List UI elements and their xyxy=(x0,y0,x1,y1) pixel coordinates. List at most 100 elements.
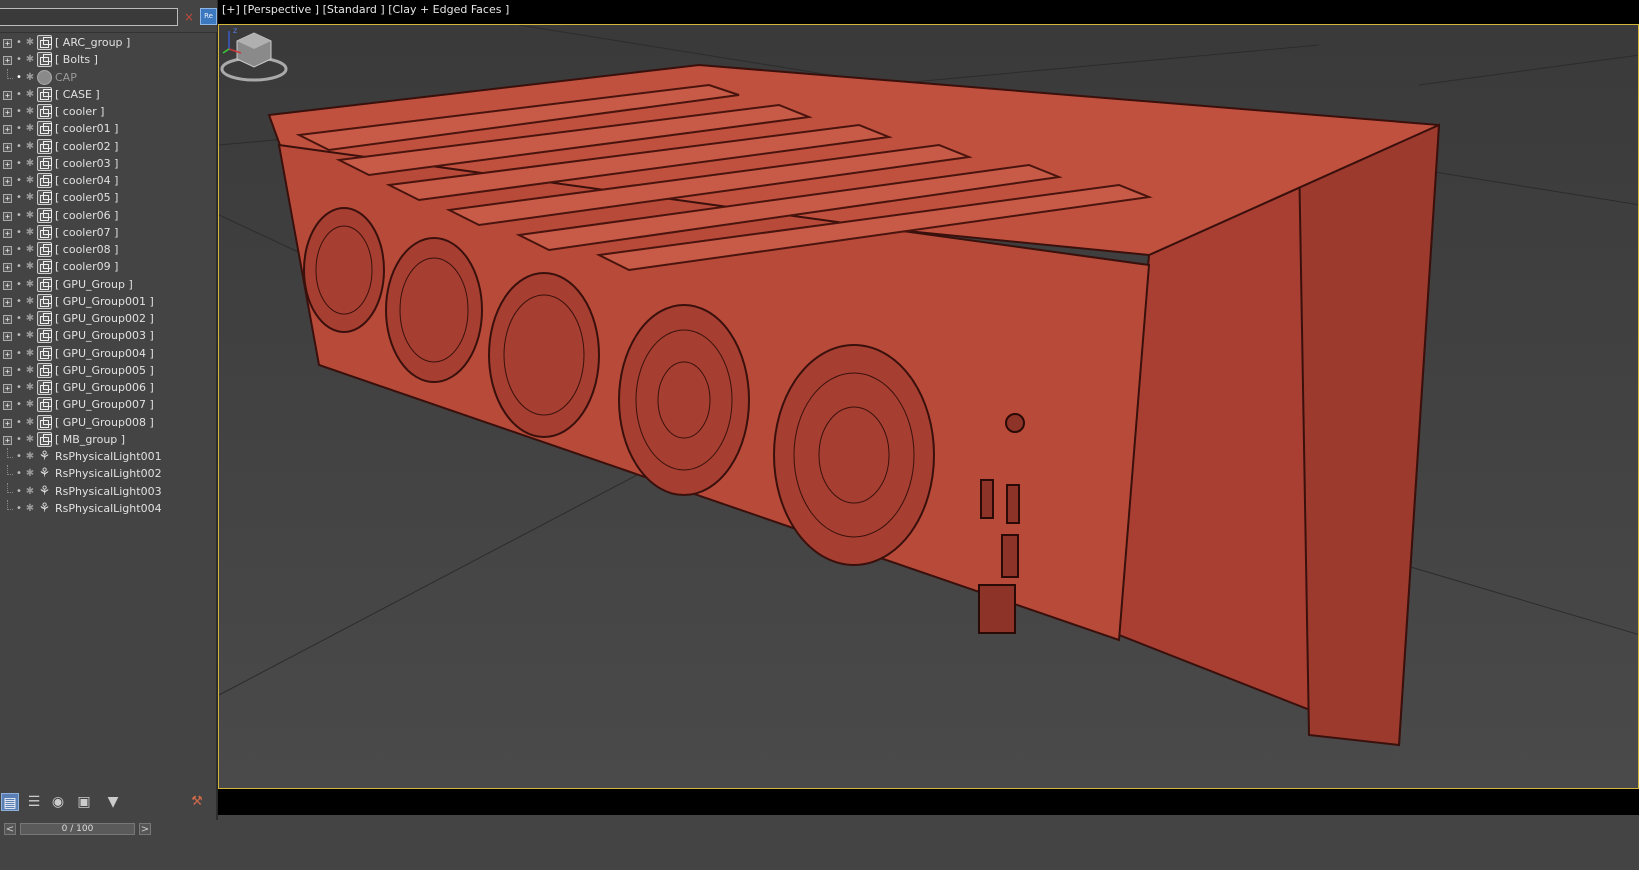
material-icon[interactable]: ◉ xyxy=(49,793,67,811)
expand-icon[interactable]: + xyxy=(3,194,12,204)
freeze-icon[interactable]: ✱ xyxy=(25,330,35,342)
tree-item[interactable]: + • ✱ [ cooler03 ] xyxy=(0,155,216,173)
tree-item[interactable]: + • ✱ [ cooler06 ] xyxy=(0,207,216,225)
freeze-icon[interactable]: ✱ xyxy=(25,210,35,222)
expand-icon[interactable]: + xyxy=(3,177,12,186)
tree-item[interactable]: + • ✱ [ cooler02 ] xyxy=(0,138,216,156)
time-slider[interactable]: < 0 / 100 > xyxy=(0,820,218,870)
tree-item[interactable]: • ✱ ⚘ RsPhysicalLight002 xyxy=(0,465,216,483)
visibility-icon[interactable]: • xyxy=(15,227,23,239)
tree-item[interactable]: + • ✱ [ GPU_Group007 ] xyxy=(0,396,216,414)
freeze-icon[interactable]: ✱ xyxy=(25,54,35,66)
visibility-icon[interactable]: • xyxy=(15,348,23,360)
expand-icon[interactable]: + xyxy=(3,297,12,307)
freeze-icon[interactable]: ✱ xyxy=(25,434,35,446)
visibility-icon[interactable]: • xyxy=(15,451,23,463)
clear-search-icon[interactable]: × xyxy=(183,10,195,24)
expand-icon[interactable]: + xyxy=(3,246,12,255)
visibility-icon[interactable]: • xyxy=(15,106,23,118)
tree-item[interactable]: + • ✱ [ GPU_Group008 ] xyxy=(0,414,216,432)
freeze-icon[interactable]: ✱ xyxy=(25,313,35,325)
tree-item[interactable]: + • ✱ [ cooler01 ] xyxy=(0,120,216,138)
tree-item[interactable]: + • ✱ [ GPU_Group005 ] xyxy=(0,362,216,380)
perspective-viewport[interactable]: z xyxy=(218,24,1639,789)
freeze-icon[interactable]: ✱ xyxy=(25,106,35,118)
visibility-icon[interactable]: • xyxy=(15,72,23,84)
freeze-icon[interactable]: ✱ xyxy=(25,37,35,49)
tree-item[interactable]: + • ✱ [ cooler ] xyxy=(0,103,216,121)
tree-item[interactable]: • ✱ ⚘ RsPhysicalLight004 xyxy=(0,499,216,518)
freeze-icon[interactable]: ✱ xyxy=(25,158,35,170)
freeze-icon[interactable]: ✱ xyxy=(25,244,35,256)
display-icon[interactable]: ▣ xyxy=(75,793,93,811)
expand-icon[interactable]: + xyxy=(3,39,12,48)
tree-item[interactable]: • ✱ ⚘ RsPhysicalLight001 xyxy=(0,448,216,466)
tree-item[interactable]: + • ✱ [ cooler07 ] xyxy=(0,224,216,242)
freeze-icon[interactable]: ✱ xyxy=(25,503,35,515)
tree-item[interactable]: + • ✱ [ CASE ] xyxy=(0,86,216,104)
freeze-icon[interactable]: ✱ xyxy=(25,365,35,377)
visibility-icon[interactable]: • xyxy=(15,382,23,394)
expand-icon[interactable]: + xyxy=(3,263,12,273)
visibility-icon[interactable]: • xyxy=(15,486,23,498)
freeze-icon[interactable]: ✱ xyxy=(25,399,35,411)
freeze-icon[interactable]: ✱ xyxy=(25,123,35,135)
freeze-icon[interactable]: ✱ xyxy=(25,175,35,187)
expand-icon[interactable]: + xyxy=(3,125,12,135)
visibility-icon[interactable]: • xyxy=(15,313,23,325)
freeze-icon[interactable]: ✱ xyxy=(25,72,35,84)
visibility-icon[interactable]: • xyxy=(15,296,23,308)
tree-item[interactable]: + • ✱ [ cooler08 ] xyxy=(0,241,216,259)
tree-item[interactable]: + • ✱ [ GPU_Group003 ] xyxy=(0,327,216,345)
visibility-icon[interactable]: • xyxy=(15,123,23,135)
tree-item[interactable]: + • ✱ [ ARC_group ] xyxy=(0,34,216,52)
freeze-icon[interactable]: ✱ xyxy=(25,382,35,394)
freeze-icon[interactable]: ✱ xyxy=(25,296,35,308)
freeze-icon[interactable]: ✱ xyxy=(25,141,35,153)
tree-item[interactable]: + • ✱ [ Bolts ] xyxy=(0,51,216,69)
freeze-icon[interactable]: ✱ xyxy=(25,279,35,291)
layers-icon[interactable]: ☰ xyxy=(25,793,43,811)
expand-icon[interactable]: + xyxy=(3,384,12,393)
expand-icon[interactable]: + xyxy=(3,211,12,221)
freeze-icon[interactable]: ✱ xyxy=(25,486,35,498)
tree-item[interactable]: + • ✱ [ GPU_Group004 ] xyxy=(0,345,216,363)
visibility-icon[interactable]: • xyxy=(15,399,23,411)
freeze-icon[interactable]: ✱ xyxy=(25,417,35,429)
expand-icon[interactable]: + xyxy=(3,142,12,152)
freeze-icon[interactable]: ✱ xyxy=(25,468,35,480)
freeze-icon[interactable]: ✱ xyxy=(25,89,35,101)
tree-item[interactable]: + • ✱ [ cooler09 ] xyxy=(0,258,216,276)
visibility-icon[interactable]: • xyxy=(15,54,23,66)
visibility-icon[interactable]: • xyxy=(15,261,23,273)
visibility-icon[interactable]: • xyxy=(15,158,23,170)
expand-icon[interactable]: + xyxy=(3,90,12,100)
expand-icon[interactable]: + xyxy=(3,159,12,169)
tree-item[interactable]: + • ✱ [ GPU_Group ] xyxy=(0,276,216,294)
visibility-icon[interactable]: • xyxy=(15,468,23,480)
visibility-icon[interactable]: • xyxy=(15,365,23,377)
next-frame-button[interactable]: > xyxy=(139,823,151,835)
visibility-icon[interactable]: • xyxy=(15,434,23,446)
visibility-icon[interactable]: • xyxy=(15,244,23,256)
filter-icon[interactable]: ▼ xyxy=(104,793,122,811)
tree-item[interactable]: + • ✱ [ cooler04 ] xyxy=(0,172,216,190)
tree-item[interactable]: + • ✱ [ cooler05 ] xyxy=(0,189,216,207)
expand-icon[interactable]: + xyxy=(3,228,12,238)
visibility-icon[interactable]: • xyxy=(15,37,23,49)
visibility-icon[interactable]: • xyxy=(15,503,23,515)
visibility-icon[interactable]: • xyxy=(15,417,23,429)
visibility-icon[interactable]: • xyxy=(15,330,23,342)
tree-item[interactable]: + • ✱ [ GPU_Group001 ] xyxy=(0,293,216,311)
visibility-icon[interactable]: • xyxy=(15,175,23,187)
visibility-icon[interactable]: • xyxy=(15,210,23,222)
expand-icon[interactable]: + xyxy=(3,332,12,342)
freeze-icon[interactable]: ✱ xyxy=(25,261,35,273)
viewport-label[interactable]: [+] [Perspective ] [Standard ] [Clay + E… xyxy=(222,3,509,16)
hierarchy-icon[interactable]: ▤ xyxy=(1,793,19,811)
expand-icon[interactable]: + xyxy=(3,435,12,445)
freeze-icon[interactable]: ✱ xyxy=(25,348,35,360)
expand-icon[interactable]: + xyxy=(3,349,12,359)
freeze-icon[interactable]: ✱ xyxy=(25,227,35,239)
expand-icon[interactable]: + xyxy=(3,108,12,117)
